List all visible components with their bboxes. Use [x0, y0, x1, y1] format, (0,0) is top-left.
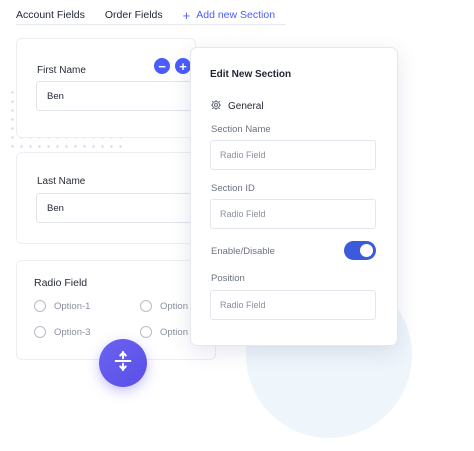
first-name-input[interactable]: Ben	[36, 81, 196, 111]
plus-icon: +	[182, 7, 191, 23]
section-id-input[interactable]: Radio Field	[210, 199, 376, 229]
tab-account-fields[interactable]: Account Fields	[16, 9, 85, 21]
radio-option-1[interactable]: Option-1	[34, 300, 90, 312]
radio-option-label: Option-1	[54, 300, 91, 312]
general-label: General	[228, 101, 264, 112]
toggle-knob	[360, 244, 373, 257]
radio-option-2[interactable]: Option	[140, 300, 188, 312]
last-name-input[interactable]: Ben	[36, 193, 196, 223]
section-tabs: Account Fields Order Fields + Add new Se…	[16, 4, 295, 26]
radio-button	[34, 300, 46, 312]
reorder-fab-button[interactable]	[99, 339, 147, 387]
position-input[interactable]: Radio Field	[210, 290, 376, 320]
expand-vertical-icon	[112, 350, 134, 377]
radio-button	[140, 326, 152, 338]
panel-title: Edit New Section	[210, 69, 292, 80]
minus-icon: −	[158, 58, 166, 74]
enable-toggle[interactable]	[344, 241, 376, 260]
add-field-button[interactable]: +	[175, 58, 191, 74]
position-label: Position	[211, 273, 245, 284]
general-tab[interactable]: General	[210, 99, 264, 114]
radio-option-label: Option	[160, 300, 188, 312]
radio-option-4[interactable]: Option	[140, 326, 188, 338]
radio-field-title: Radio Field	[34, 277, 88, 289]
gear-icon	[210, 99, 228, 114]
radio-option-label: Option-3	[54, 326, 91, 338]
last-name-label: Last Name	[37, 176, 86, 187]
remove-field-button[interactable]: −	[154, 58, 170, 74]
first-name-label: First Name	[37, 65, 86, 76]
section-name-label: Section Name	[211, 124, 271, 135]
add-new-section-label: Add new Section	[196, 9, 276, 21]
section-id-label: Section ID	[211, 183, 255, 194]
tab-order-fields[interactable]: Order Fields	[105, 9, 163, 21]
radio-button	[140, 300, 152, 312]
section-name-input[interactable]: Radio Field	[210, 140, 376, 170]
plus-icon: +	[179, 58, 187, 74]
radio-option-3[interactable]: Option-3	[34, 326, 90, 338]
add-new-section-link[interactable]: + Add new Section	[183, 9, 275, 22]
radio-button	[34, 326, 46, 338]
tabs-divider	[16, 24, 286, 25]
enable-disable-label: Enable/Disable	[211, 246, 275, 257]
radio-option-label: Option	[160, 326, 188, 338]
